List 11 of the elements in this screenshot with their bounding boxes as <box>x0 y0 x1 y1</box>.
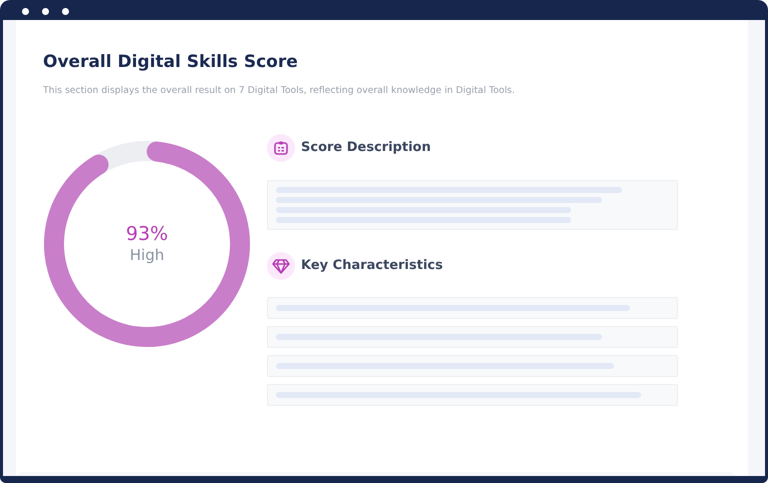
window-dot-icon <box>22 8 29 15</box>
score-level-label: High <box>130 245 164 265</box>
panel-heading: Score Description <box>301 139 431 158</box>
diamond-icon <box>272 258 290 274</box>
window-dot-icon <box>42 8 49 15</box>
section-subtitle: This section displays the overall result on 7 Digital Tools, reflecting overall knowledge in Digital Tools. <box>43 84 515 98</box>
panel-heading: Key Characteristics <box>301 257 443 276</box>
window-dot-icon <box>62 8 69 15</box>
section-title: Overall Digital Skills Score <box>43 51 298 74</box>
id-card-icon <box>273 140 289 156</box>
score-percentage: 93% <box>126 223 168 245</box>
